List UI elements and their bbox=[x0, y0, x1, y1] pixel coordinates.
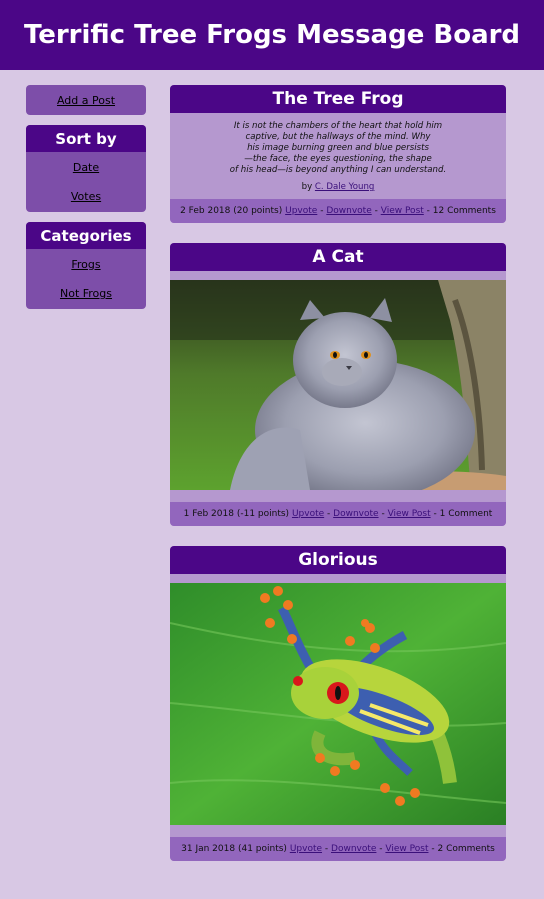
post-date: 31 Jan 2018 bbox=[181, 844, 236, 854]
downvote-link[interactable]: Downvote bbox=[326, 206, 371, 216]
categories-box: Categories Frogs Not Frogs bbox=[26, 222, 146, 309]
sort-box: Sort by Date Votes bbox=[26, 125, 146, 212]
poem-line: captive, but the hallways of the mind. W… bbox=[245, 132, 431, 142]
post-title: A Cat bbox=[170, 243, 506, 271]
separator: - bbox=[433, 509, 437, 519]
post-footer: 1 Feb 2018 (-11 points) Upvote - Downvot… bbox=[170, 502, 506, 526]
separator: - bbox=[381, 509, 385, 519]
separator: - bbox=[379, 844, 383, 854]
separator: - bbox=[426, 206, 430, 216]
poem-line: of his head—is beyond anything I can und… bbox=[229, 165, 447, 175]
post-card: The Tree Frog It is not the chambers of … bbox=[170, 85, 506, 223]
downvote-link[interactable]: Downvote bbox=[331, 844, 376, 854]
by-label: by bbox=[301, 182, 313, 192]
poem-line: his image burning green and blue persist… bbox=[247, 143, 429, 153]
upvote-link[interactable]: Upvote bbox=[285, 206, 317, 216]
post-card: A Cat 1 Feb 2018 (-11 points) Upvote - D… bbox=[170, 243, 506, 526]
add-post-box: Add a Post bbox=[26, 85, 146, 115]
comment-count: 12 Comments bbox=[432, 206, 496, 216]
separator: - bbox=[327, 509, 331, 519]
add-post-link[interactable]: Add a Post bbox=[57, 94, 115, 107]
page-title: Terrific Tree Frogs Message Board bbox=[23, 20, 521, 50]
post-points: (41 points) bbox=[237, 844, 287, 854]
sort-votes-link[interactable]: Votes bbox=[26, 190, 146, 203]
comment-count: 1 Comment bbox=[439, 509, 493, 519]
sort-date-link[interactable]: Date bbox=[26, 161, 146, 174]
poem-text: It is not the chambers of the heart that… bbox=[170, 113, 506, 176]
post-title: Glorious bbox=[170, 546, 506, 574]
view-post-link[interactable]: View Post bbox=[388, 509, 431, 519]
cat-photo bbox=[170, 280, 506, 490]
post-title: The Tree Frog bbox=[170, 85, 506, 113]
poem-attribution: by C. Dale Young bbox=[170, 182, 506, 192]
comment-count: 2 Comments bbox=[437, 844, 495, 854]
post-footer: 31 Jan 2018 (41 points) Upvote - Downvot… bbox=[170, 837, 506, 861]
frog-photo bbox=[170, 583, 506, 825]
upvote-link[interactable]: Upvote bbox=[290, 844, 322, 854]
separator: - bbox=[320, 206, 324, 216]
author-link[interactable]: C. Dale Young bbox=[315, 182, 374, 192]
categories-title: Categories bbox=[26, 222, 146, 249]
separator: - bbox=[374, 206, 378, 216]
post-points: (20 points) bbox=[233, 206, 283, 216]
upvote-link[interactable]: Upvote bbox=[292, 509, 324, 519]
post-footer: 2 Feb 2018 (20 points) Upvote - Downvote… bbox=[170, 199, 506, 223]
view-post-link[interactable]: View Post bbox=[385, 844, 428, 854]
separator: - bbox=[324, 844, 329, 854]
poem-line: It is not the chambers of the heart that… bbox=[233, 121, 443, 131]
page-header: Terrific Tree Frogs Message Board bbox=[0, 0, 544, 70]
separator: - bbox=[431, 844, 435, 854]
category-not-frogs-link[interactable]: Not Frogs bbox=[26, 287, 146, 300]
sort-title: Sort by bbox=[26, 125, 146, 152]
view-post-link[interactable]: View Post bbox=[381, 206, 424, 216]
post-date: 2 Feb 2018 bbox=[180, 206, 231, 216]
post-date: 1 Feb 2018 bbox=[183, 509, 234, 519]
post-points: (-11 points) bbox=[236, 509, 290, 519]
post-card: Glorious 31 Jan 2018 (41 points) Upvote … bbox=[170, 546, 506, 861]
downvote-link[interactable]: Downvote bbox=[333, 509, 378, 519]
poem-line: —the face, the eyes questioning, the sha… bbox=[244, 154, 432, 164]
category-frogs-link[interactable]: Frogs bbox=[26, 258, 146, 271]
